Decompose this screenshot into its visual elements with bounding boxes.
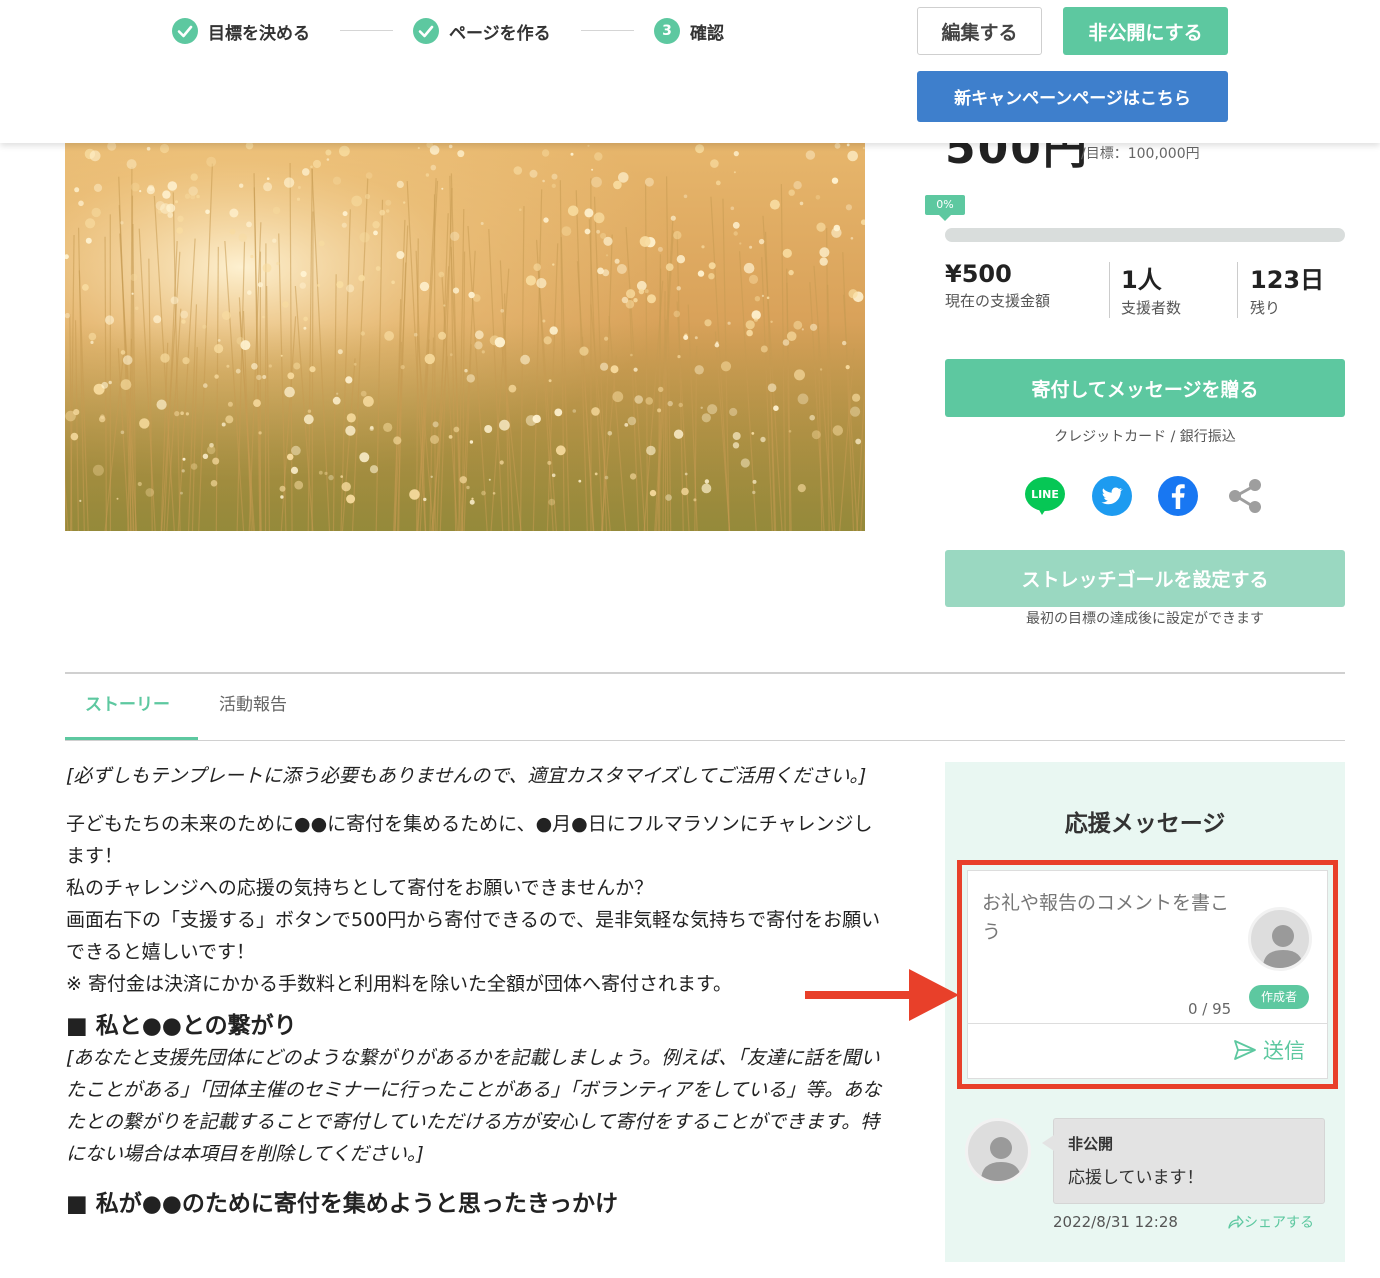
facebook-icon[interactable] [1157,475,1199,517]
step-2: ページを作る [413,18,551,44]
stat-value: ¥500 [945,260,1012,288]
check-icon [172,18,198,44]
goal-amount: /目標：100,000円 [1081,146,1200,162]
stat-divider [1237,262,1238,318]
check-icon [413,18,439,44]
twitter-icon[interactable] [1091,475,1133,517]
story-line: ※ 寄付金は決済にかかる手数料と利用料を除いた全額が団体へ寄付されます。 [66,973,733,995]
tabs-top-border [65,672,1345,674]
top-bar: 目標を決める ページを作る 3 確認 編集する 非公開にする 新キャンペーンペー… [0,0,1380,143]
stat-label: 支援者数 [1121,299,1182,317]
edit-button[interactable]: 編集する [917,7,1042,55]
tabs-bottom-border [65,740,1345,741]
send-label: 送信 [1263,1039,1305,1063]
message-bubble: 非公開 応援しています！ [1042,1118,1325,1204]
message-avatar [965,1118,1031,1184]
step-1: 目標を決める [172,18,310,44]
tab-story[interactable]: ストーリー [85,690,170,715]
story-line: 画面右下の「支援する」ボタンで500円から寄付できるので、是非気軽な気持ちで寄付… [66,909,881,963]
campaign-hero-image [65,143,865,531]
story-line: 私のチャレンジへの応援の気持ちとして寄付をお願いできませんか？ [66,877,654,899]
message-input[interactable]: お礼や報告のコメントを書こう [982,889,1232,947]
composer-divider [968,1023,1327,1024]
progress-bar [945,228,1345,242]
payment-methods: クレジットカード / 銀行振込 [1054,429,1236,445]
share-icon[interactable] [1224,475,1266,517]
step-label: 確認 [690,23,724,44]
story-content: [必ずしもテンプレートに添う必要もありませんので、適宜カスタマイズしてご活用くだ… [66,760,886,1220]
message-share-link[interactable]: シェアする [1228,1212,1314,1232]
step-connector [340,30,393,31]
story-paragraph: 子どもたちの未来のために●●に寄付を集めるために、●月●日にフルマラソンにチャレ… [66,808,886,1000]
story-connection-note: [あなたと支援先団体にどのような繋がりがあるかを記載しましょう。例えば、「友達に… [66,1047,882,1165]
user-icon [1263,925,1303,968]
send-button[interactable]: 送信 [1233,1035,1305,1065]
story-line: 子どもたちの未来のために●●に寄付を集めるために、●月●日にフルマラソンにチャレ… [66,813,873,867]
author-badge: 作成者 [1249,985,1309,1009]
share-arrow-icon [1228,1215,1244,1229]
stat-amount: ¥500 現在の支援金額 [945,260,1050,311]
message-text: 応援しています！ [1068,1168,1204,1188]
stat-value: 123日 [1250,266,1325,294]
stat-label: 残り [1250,299,1281,317]
stretch-goal-note: 最初の目標の達成後に設定ができます [1026,611,1264,627]
step-label: ページを作る [449,23,551,44]
char-count: 0 / 95 [1188,1000,1232,1018]
story-heading-motivation: ■ 私が●●のために寄付を集めようと思ったきっかけ [66,1191,618,1217]
send-icon [1234,1040,1256,1060]
step-3: 3 確認 [654,18,724,44]
unpublish-button[interactable]: 非公開にする [1063,7,1228,55]
stat-days-left: 123日 残り [1250,260,1324,318]
progress-percent-badge: 0% [925,195,965,221]
step-number: 3 [654,18,680,44]
story-intro-note: [必ずしもテンプレートに添う必要もありませんので、適宜カスタマイズしてご活用くだ… [66,765,867,787]
tab-activity-report[interactable]: 活動報告 [219,690,287,715]
stat-divider [1109,262,1110,318]
author-avatar [1248,907,1312,971]
stretch-goal-button[interactable]: ストレッチゴールを設定する [945,550,1345,607]
message-composer[interactable]: お礼や報告のコメントを書こう 作成者 0 / 95 送信 [967,870,1328,1079]
message-share-label: シェアする [1244,1215,1314,1231]
donate-button[interactable]: 寄付してメッセージを贈る [945,359,1345,417]
line-icon-text: LINE [1031,488,1059,501]
support-messages-title: 応援メッセージ [1064,811,1226,837]
new-campaign-button[interactable]: 新キャンペーンページはこちら [917,71,1228,122]
story-heading-connection: ■ 私と●●との繋がり [66,1013,297,1039]
stat-supporters: 1人 支援者数 [1121,260,1181,318]
step-connector [581,30,634,31]
step-label: 目標を決める [208,23,310,44]
stat-label: 現在の支援金額 [945,292,1051,310]
message-author: 非公開 [1068,1135,1114,1153]
message-date: 2022/8/31 12:28 [1053,1213,1178,1231]
stat-value: 1人 [1121,266,1162,294]
arrow-pointer-icon [805,965,960,1029]
line-icon[interactable]: LINE [1024,475,1066,517]
